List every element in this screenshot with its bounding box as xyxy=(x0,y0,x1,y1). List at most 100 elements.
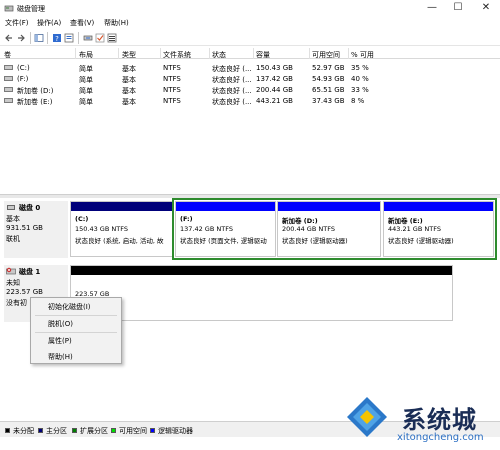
column-divider xyxy=(118,48,119,59)
volume-percent-free: 8 % xyxy=(351,97,365,105)
offline-menu-item[interactable]: 脱机(O) xyxy=(31,316,121,331)
toolbar-divider xyxy=(30,32,31,44)
watermark-logo xyxy=(347,397,387,437)
minimize-button[interactable]: — xyxy=(420,1,444,15)
volume-layout: 简单 xyxy=(79,98,93,106)
disk-management-icon xyxy=(4,5,14,12)
title-bar: 磁盘管理 — ☐ ✕ xyxy=(0,0,500,16)
legend-label: 逻辑驱动器 xyxy=(158,427,193,435)
partition-status: 状态良好 (系统, 启动, 活动, 故 xyxy=(75,237,164,245)
volume-filesystem: NTFS xyxy=(163,64,181,72)
close-button[interactable]: ✕ xyxy=(474,1,498,15)
disk-icon xyxy=(7,205,15,210)
initialize-disk-menu-item[interactable]: 初始化磁盘(I) xyxy=(31,299,121,314)
window-title: 磁盘管理 xyxy=(17,5,45,13)
svg-text:?: ? xyxy=(55,35,59,43)
column-status[interactable]: 状态 xyxy=(212,50,226,60)
partition-name: (C:) xyxy=(75,215,89,223)
help-menu-item[interactable]: 帮助(H) xyxy=(31,349,121,364)
drive-icon xyxy=(4,76,13,81)
legend-swatch-free xyxy=(111,428,116,433)
drive-icon xyxy=(4,98,13,103)
volume-filesystem: NTFS xyxy=(163,75,181,83)
volume-percent-free: 35 % xyxy=(351,64,369,72)
menu-view[interactable]: 查看(V) xyxy=(70,18,94,28)
menu-help[interactable]: 帮助(H) xyxy=(104,18,129,28)
column-layout[interactable]: 布局 xyxy=(79,50,93,60)
volume-row[interactable]: (F:) 简单 基本 NTFS 状态良好 (... 137.42 GB 54.9… xyxy=(0,73,500,84)
unallocated-space[interactable]: 223.57 GB xyxy=(70,265,453,321)
disk-size: 223.57 GB xyxy=(6,288,43,296)
legend-swatch-unallocated xyxy=(5,428,10,433)
volume-row[interactable]: 新加卷 (E:) 简单 基本 NTFS 状态良好 (... 443.21 GB … xyxy=(0,95,500,106)
legend-swatch-extended xyxy=(72,428,77,433)
menu-action[interactable]: 操作(A) xyxy=(37,18,61,28)
volume-filesystem: NTFS xyxy=(163,86,181,94)
volume-name: 新加卷 (E:) xyxy=(17,98,53,106)
legend-label: 未分配 xyxy=(13,427,34,435)
volume-capacity: 200.44 GB xyxy=(256,86,293,94)
properties-menu-item[interactable]: 属性(P) xyxy=(31,333,121,348)
help-icon[interactable]: ? xyxy=(52,33,62,43)
menu-file[interactable]: 文件(F) xyxy=(5,18,29,28)
disk-status: 没有初 xyxy=(6,299,27,307)
back-arrow-icon[interactable] xyxy=(4,33,14,43)
extended-partition-outline xyxy=(172,198,497,260)
menu-bar: 文件(F) 操作(A) 查看(V) 帮助(H) xyxy=(0,16,500,29)
volume-free: 37.43 GB xyxy=(312,97,345,105)
volume-free: 65.51 GB xyxy=(312,86,345,94)
legend-swatch-primary xyxy=(38,428,43,433)
watermark-text: 系统城 xyxy=(402,406,477,434)
properties-icon[interactable] xyxy=(64,33,74,43)
partition-size: 150.43 GB NTFS xyxy=(75,225,128,233)
volume-free: 54.93 GB xyxy=(312,75,345,83)
primary-partition-bar xyxy=(71,202,172,211)
legend-label: 扩展分区 xyxy=(80,427,108,435)
disk-name: 磁盘 1 xyxy=(19,268,41,276)
disk-type: 未知 xyxy=(6,279,20,287)
column-volume[interactable]: 卷 xyxy=(4,50,11,60)
toolbar-divider xyxy=(47,32,48,44)
volume-row[interactable]: 新加卷 (D:) 简单 基本 NTFS 状态良好 (... 200.44 GB … xyxy=(0,84,500,95)
volume-row[interactable]: (C:) 简单 基本 NTFS 状态良好 (... 150.43 GB 52.9… xyxy=(0,62,500,73)
volume-filesystem: NTFS xyxy=(163,97,181,105)
watermark-url: xitongcheng.com xyxy=(397,432,484,443)
forward-arrow-icon[interactable] xyxy=(16,33,26,43)
volume-free: 52.97 GB xyxy=(312,64,345,72)
disk-status: 联机 xyxy=(6,235,20,243)
toolbar-divider xyxy=(78,32,79,44)
column-type[interactable]: 类型 xyxy=(122,50,136,60)
column-free-space[interactable]: 可用空间 xyxy=(312,50,340,60)
volume-percent-free: 33 % xyxy=(351,86,369,94)
legend-swatch-logical xyxy=(150,428,155,433)
volume-capacity: 137.42 GB xyxy=(256,75,293,83)
console-tree-icon[interactable] xyxy=(34,33,44,43)
maximize-button[interactable]: ☐ xyxy=(446,1,470,15)
volume-percent-free: 40 % xyxy=(351,75,369,83)
check-icon[interactable] xyxy=(95,33,105,43)
column-divider xyxy=(309,48,310,59)
drive-icon xyxy=(4,87,13,92)
column-filesystem[interactable]: 文件系统 xyxy=(163,50,191,60)
disk-0-label[interactable]: 磁盘 0 基本 931.51 GB 联机 xyxy=(4,201,68,258)
column-capacity[interactable]: 容量 xyxy=(256,50,270,60)
volume-type: 基本 xyxy=(122,98,136,106)
connect-icon[interactable] xyxy=(83,33,93,43)
drive-icon xyxy=(4,65,13,70)
legend-label: 主分区 xyxy=(46,427,67,435)
toolbar xyxy=(0,30,500,46)
volume-name: (F:) xyxy=(17,75,29,83)
volume-status: 状态良好 (... xyxy=(212,98,252,106)
disk-type: 基本 xyxy=(6,215,20,223)
volume-list-header: 卷 布局 类型 文件系统 状态 容量 可用空间 % 可用 xyxy=(0,48,500,59)
view-list-icon[interactable] xyxy=(107,33,117,43)
disk-size: 931.51 GB xyxy=(6,224,43,232)
disk-name: 磁盘 0 xyxy=(19,204,41,212)
volume-capacity: 150.43 GB xyxy=(256,64,293,72)
volume-list: 卷 布局 类型 文件系统 状态 容量 可用空间 % 可用 (C:) 简单 基本 … xyxy=(0,48,500,194)
partition-c[interactable]: (C:) 150.43 GB NTFS 状态良好 (系统, 启动, 活动, 故 xyxy=(70,201,173,257)
column-divider xyxy=(253,48,254,59)
column-percent-free[interactable]: % 可用 xyxy=(351,50,374,60)
column-divider xyxy=(209,48,210,59)
volume-name: (C:) xyxy=(17,64,30,72)
